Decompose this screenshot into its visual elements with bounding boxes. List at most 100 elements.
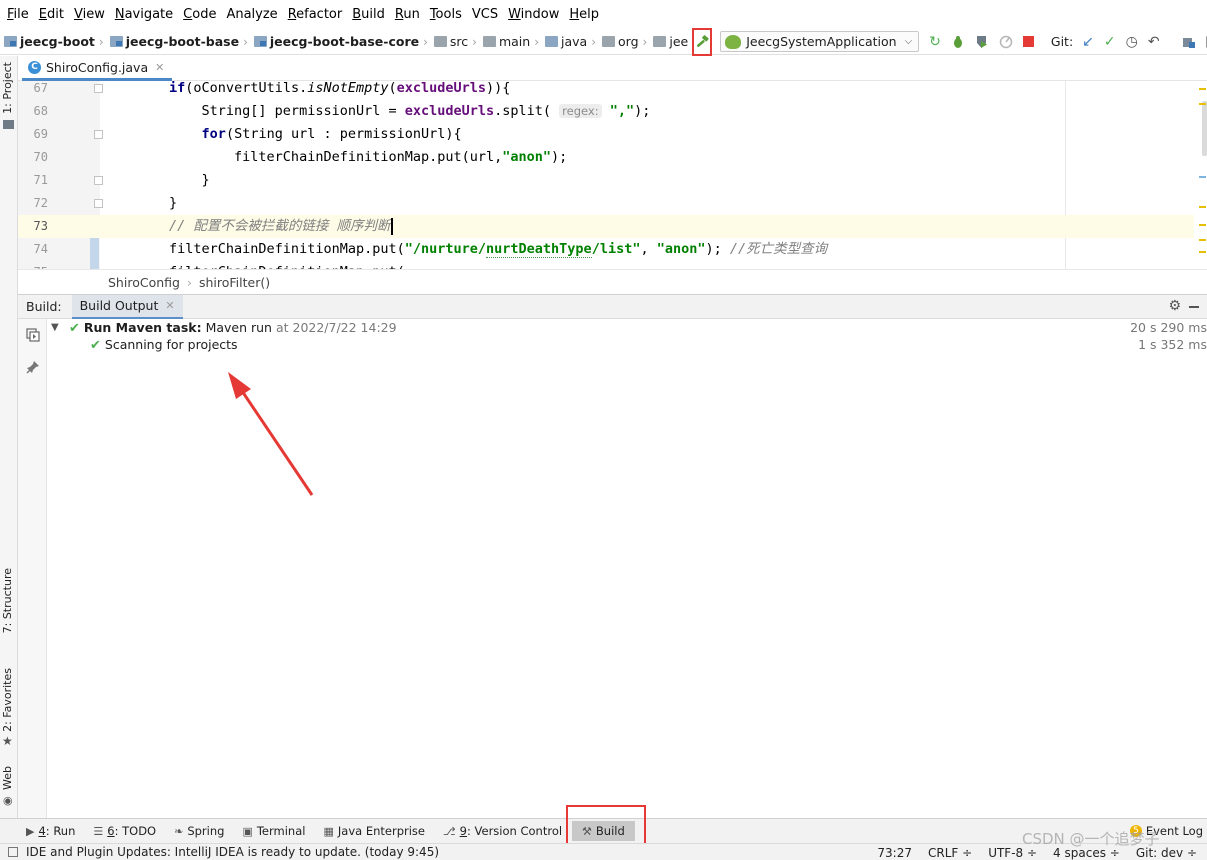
line-number: 75 (18, 261, 48, 269)
run-configuration-select[interactable]: JeecgSystemApplication ⌵ (720, 31, 920, 52)
hide-tool-windows-icon[interactable] (8, 847, 18, 857)
fold-marker[interactable] (94, 130, 103, 139)
status-message-text: IDE and Plugin Updates: IntelliJ IDEA is… (26, 845, 440, 859)
rerun-button[interactable]: ↻ (929, 34, 941, 50)
menu-navigate[interactable]: Navigate (110, 0, 178, 29)
version-control-icon: ⎇ (442, 824, 456, 838)
menu-vcs[interactable]: VCS (467, 0, 503, 29)
project-tool-tab[interactable]: 1: Project (1, 62, 14, 114)
code-line: 72 } (18, 192, 1194, 215)
terminal-icon: ▣ (242, 824, 253, 838)
breadcrumb-item-src[interactable]: src › (433, 34, 481, 49)
line-number: 73 (33, 219, 48, 233)
folder-icon (482, 36, 496, 47)
close-tab-icon[interactable]: ✕ (155, 61, 164, 74)
warning-stripe (1199, 224, 1206, 226)
info-stripe (1199, 176, 1206, 178)
build-output-tree[interactable]: ▼ ✔ Run Maven task: Maven run at 2022/7/… (47, 319, 1207, 818)
menu-help[interactable]: Help (564, 0, 604, 29)
breadcrumb-item-jeecg-boot-base-core[interactable]: jeecg-boot-base-core › (253, 34, 432, 49)
breadcrumb-item-jeecg-boot[interactable]: jeecg-boot › (4, 34, 108, 49)
step-duration: 1 s 352 ms (1138, 337, 1207, 352)
breadcrumb-item-jee[interactable]: jee (653, 34, 688, 49)
left-tool-strip: 1: Project 7: Structure 2: Favorites ★ W… (0, 56, 18, 818)
folder-icon (3, 120, 14, 129)
close-tab-icon[interactable]: ✕ (165, 299, 174, 312)
breadcrumb-separator: › (472, 34, 477, 49)
fold-marker[interactable] (94, 199, 103, 208)
pin-button[interactable] (25, 359, 40, 374)
menu-window[interactable]: Window (503, 0, 564, 29)
editor-tab-shiroconfig[interactable]: C ShiroConfig.java ✕ (22, 56, 173, 81)
status-message[interactable]: IDE and Plugin Updates: IntelliJ IDEA is… (0, 845, 439, 859)
breadcrumb-separator: › (98, 34, 104, 49)
coverage-icon (976, 35, 987, 48)
build-project-button[interactable] (692, 27, 713, 56)
git-commit-button[interactable]: ✓ (1104, 34, 1116, 50)
menu-run[interactable]: Run (390, 0, 425, 29)
line-separator[interactable]: CRLF ÷ (928, 846, 972, 860)
debug-button[interactable] (951, 34, 965, 50)
build-window-title: Build: (26, 299, 62, 314)
menu-tools[interactable]: Tools (425, 0, 467, 29)
code-line: 75 filterChainDefinitionMap.put( (18, 261, 1194, 269)
expand-arrow-icon[interactable]: ▼ (51, 319, 59, 336)
code-line: 67 if(oConvertUtils.isNotEmpty(excludeUr… (18, 81, 1194, 100)
tool-tab-run[interactable]: ▶ 4: Run (26, 824, 75, 838)
profile-button[interactable] (999, 34, 1013, 50)
breadcrumb-item-org[interactable]: org › (602, 34, 651, 49)
git-history-button[interactable]: ◷ (1126, 34, 1138, 50)
stop-button[interactable] (1022, 34, 1034, 50)
menu-view[interactable]: View (69, 0, 110, 29)
code-line: 71 } (18, 169, 1194, 192)
structure-tool-tab[interactable]: 7: Structure (1, 568, 14, 633)
line-number: 67 (33, 81, 48, 95)
gear-icon[interactable]: ⚙ (1168, 298, 1181, 314)
success-check-icon: ✔ (69, 321, 80, 336)
tool-tab-java-enterprise[interactable]: ▦ Java Enterprise (323, 824, 425, 838)
tool-tab-label: : Version Control (467, 824, 563, 838)
editor-scrollbar[interactable] (1202, 101, 1207, 156)
tool-tab-todo[interactable]: ☰ 6: TODO (93, 824, 156, 838)
editor-breadcrumb-method[interactable]: shiroFilter() (199, 275, 270, 290)
editor-tab-label: ShiroConfig.java (46, 59, 149, 75)
task-timestamp: at 2022/7/22 14:29 (271, 320, 397, 335)
menu-file[interactable]: File (2, 0, 34, 29)
step-label: Scanning for projects (104, 337, 238, 352)
breadcrumb-item-java[interactable]: java › (545, 34, 600, 49)
tree-row-maven-task[interactable]: ▼ ✔ Run Maven task: Maven run at 2022/7/… (47, 319, 1207, 336)
class-icon: C (28, 60, 41, 74)
project-structure-button[interactable] (1182, 34, 1196, 50)
tool-tab-spring[interactable]: ❧ Spring (174, 824, 224, 838)
git-update-button[interactable]: ↙ (1082, 34, 1094, 50)
editor-breadcrumb-class[interactable]: ShiroConfig (108, 275, 180, 290)
code-editor[interactable]: 67 if(oConvertUtils.isNotEmpty(excludeUr… (18, 81, 1207, 269)
menu-refactor[interactable]: Refactor (283, 0, 348, 29)
chevron-down-icon: ⌵ (904, 36, 913, 47)
menu-analyze[interactable]: Analyze (221, 0, 282, 29)
editor-tabs: C ShiroConfig.java ✕ (18, 56, 1207, 81)
tree-row-scanning[interactable]: ✔ Scanning for projects 1 s 352 ms (47, 336, 1207, 353)
toggle-view-button[interactable] (25, 327, 40, 342)
code-text: filterChainDefinitionMap.put(url,"anon")… (104, 149, 568, 165)
breadcrumb-item-main[interactable]: main › (482, 34, 543, 49)
fold-marker[interactable] (94, 84, 103, 93)
menu-build[interactable]: Build (347, 0, 390, 29)
run-with-coverage-button[interactable] (975, 34, 989, 50)
tool-tab-version-control[interactable]: ⎇ 9: Version Control (443, 824, 562, 838)
menu-code[interactable]: Code (178, 0, 221, 29)
breadcrumb-item-jeecg-boot-base[interactable]: jeecg-boot-base › (109, 34, 252, 49)
caret-position[interactable]: 73:27 (877, 846, 912, 860)
module-folder-icon (109, 36, 123, 47)
tool-tab-terminal[interactable]: ▣ Terminal (242, 824, 305, 838)
menu-edit[interactable]: Edit (34, 0, 69, 29)
web-tool-label: Web (1, 766, 14, 790)
favorites-tool-tab[interactable]: 2: Favorites (1, 668, 14, 732)
git-rollback-button[interactable]: ↶ (1148, 34, 1160, 50)
minimize-icon[interactable] (1189, 306, 1199, 308)
fold-marker[interactable] (94, 176, 103, 185)
build-output-tab[interactable]: Build Output ✕ (71, 294, 183, 319)
code-text: } (104, 172, 210, 188)
code-text: for(String url : permissionUrl){ (201, 126, 462, 142)
web-tool-tab[interactable]: Web (1, 766, 14, 790)
